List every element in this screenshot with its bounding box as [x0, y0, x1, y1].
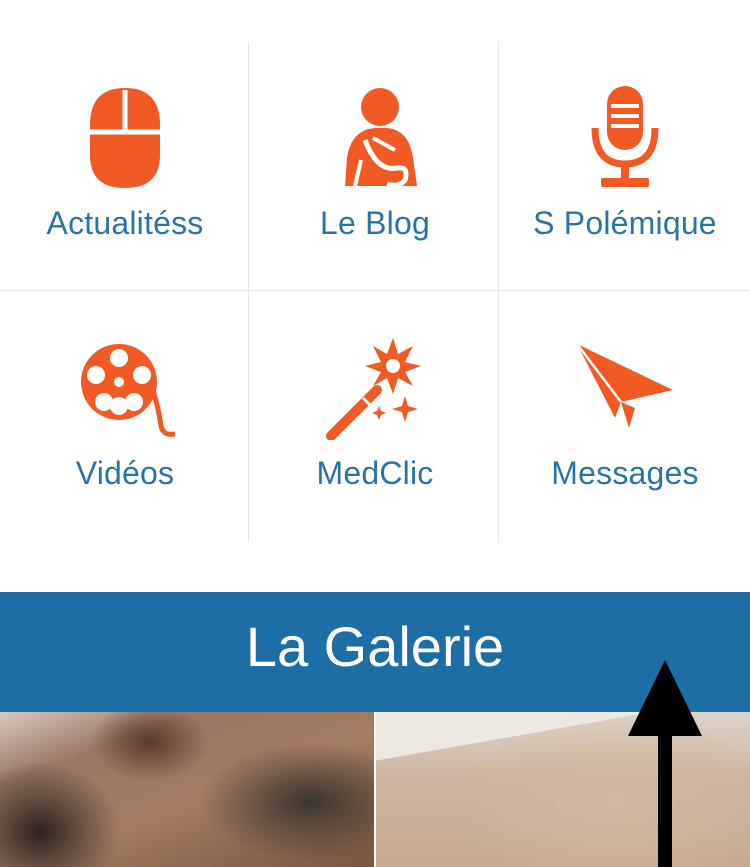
microphone-icon: [591, 86, 659, 187]
menu-item-messages[interactable]: Messages: [500, 290, 750, 540]
film-reel-icon: [81, 344, 175, 437]
mouse-icon: [90, 88, 160, 188]
magic-wand-icon: [326, 338, 421, 440]
arrow-up-icon: [628, 660, 702, 867]
paper-plane-icon: [576, 343, 673, 428]
menu-item-label: S Polémique: [533, 205, 717, 241]
menu-item-actualites[interactable]: Actualitéss: [0, 40, 250, 290]
injured-person-icon: [345, 88, 417, 188]
grid-divider: [248, 42, 249, 542]
menu-item-label: Messages: [551, 455, 699, 491]
menu-item-medclic[interactable]: MedClic: [250, 290, 500, 540]
menu-item-label: MedClic: [316, 455, 434, 491]
menu-item-label: Le Blog: [320, 205, 430, 241]
grid-divider: [0, 290, 750, 291]
menu-item-blog[interactable]: Le Blog: [250, 40, 500, 290]
menu-item-polemique[interactable]: S Polémique: [500, 40, 750, 290]
menu-item-label: Actualitéss: [46, 205, 204, 241]
menu-item-videos[interactable]: Vidéos: [0, 290, 250, 540]
gallery-photo[interactable]: [0, 712, 374, 867]
menu-grid: Actualitéss Le Blog S Polémique Vidéos M…: [0, 0, 750, 592]
grid-divider: [498, 42, 499, 542]
menu-item-label: Vidéos: [75, 455, 175, 491]
